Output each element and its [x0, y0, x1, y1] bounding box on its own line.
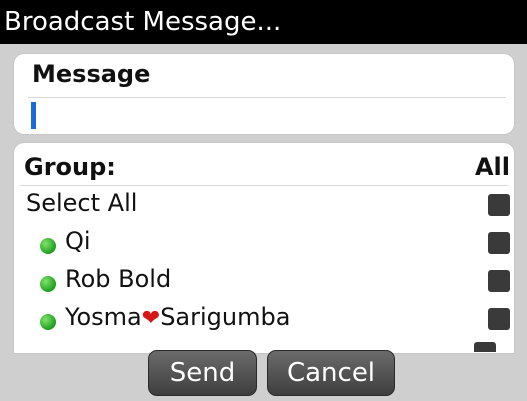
online-status-icon	[40, 238, 56, 254]
contact-row[interactable]: Yosma❤Sarigumba	[14, 300, 514, 338]
contact-name-part: Yosma	[65, 303, 142, 331]
contact-checkbox[interactable]	[488, 270, 510, 292]
online-status-icon	[40, 276, 56, 292]
contact-checkbox[interactable]	[488, 308, 510, 330]
contact-name: Rob Bold	[65, 265, 172, 293]
online-status-icon	[40, 314, 56, 330]
message-panel: Message	[14, 54, 514, 134]
select-all-label: Select All	[26, 189, 138, 217]
group-header: Group:	[24, 153, 116, 181]
send-button[interactable]: Send	[148, 350, 257, 396]
contact-name-part: Sarigumba	[160, 303, 291, 331]
select-all-row[interactable]: Select All	[14, 186, 514, 224]
contact-checkbox[interactable]	[488, 232, 510, 254]
all-column-header: All	[474, 153, 510, 181]
group-panel: Group: All Select All Qi Rob Bold Yosma❤…	[14, 143, 514, 353]
contact-name: Yosma❤Sarigumba	[65, 303, 290, 331]
message-label: Message	[32, 60, 151, 88]
window-title: Broadcast Message...	[0, 0, 527, 44]
select-all-checkbox[interactable]	[488, 194, 510, 216]
text-cursor	[31, 102, 36, 129]
heart-icon: ❤	[141, 306, 161, 331]
contact-name: Qi	[65, 227, 91, 255]
contact-checkbox[interactable]	[474, 342, 496, 352]
cancel-button[interactable]: Cancel	[267, 350, 395, 396]
contact-row[interactable]: Rob Bold	[14, 262, 514, 300]
message-input[interactable]	[28, 98, 506, 134]
contact-row[interactable]: Qi	[14, 224, 514, 262]
